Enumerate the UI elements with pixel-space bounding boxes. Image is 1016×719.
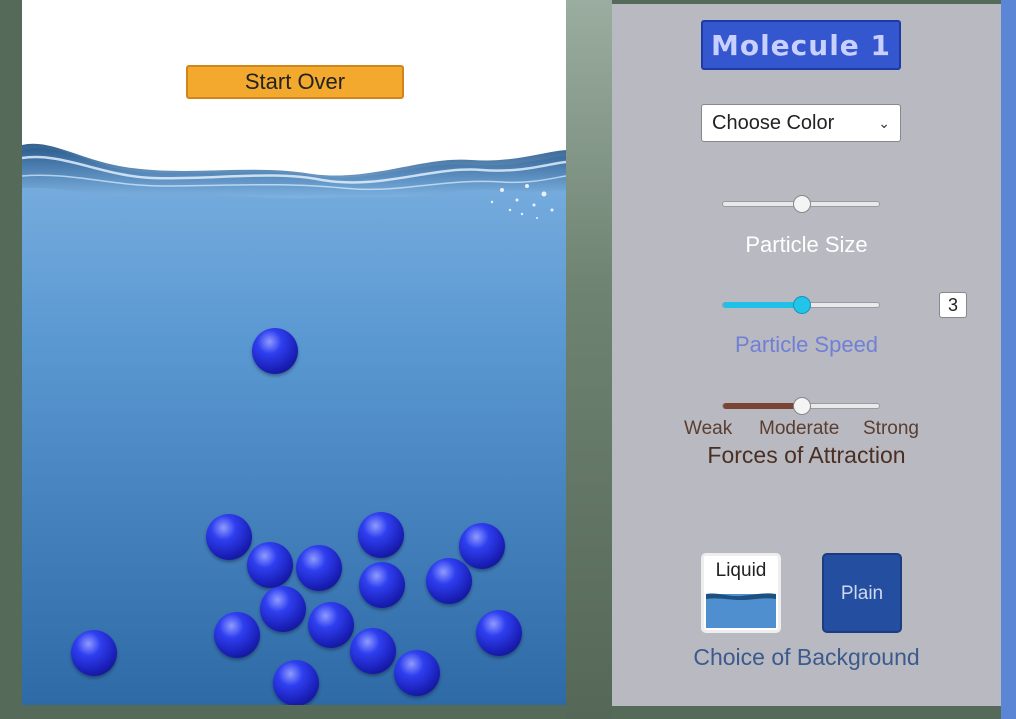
particle-speed-value: 3: [939, 292, 967, 318]
forces-fill: [723, 403, 801, 409]
particle-size-thumb[interactable]: [793, 195, 811, 213]
particle: [247, 542, 293, 588]
liquid-background-button[interactable]: Liquid: [701, 553, 781, 633]
particle-size-slider[interactable]: [722, 195, 880, 213]
forces-label: Forces of Attraction: [707, 442, 906, 468]
background-choice-label: Choice of Background: [693, 644, 920, 670]
plain-button-label: Plain: [840, 583, 884, 604]
particle-size-label: Particle Size: [745, 232, 868, 257]
particle-speed-label: Particle Speed: [734, 332, 879, 357]
particle: [252, 328, 298, 374]
particle: [394, 650, 440, 696]
chevron-down-icon: ⌄: [878, 114, 890, 131]
particle: [358, 512, 404, 558]
liquid-button-label: Liquid: [715, 560, 767, 581]
particle: [273, 660, 319, 705]
particle-speed-thumb[interactable]: [793, 296, 811, 314]
panel-divider: [566, 0, 612, 719]
color-select[interactable]: Choose Color ⌄: [701, 104, 901, 142]
particle: [459, 523, 505, 569]
forces-slider[interactable]: [722, 397, 880, 415]
plain-background-button[interactable]: Plain: [822, 553, 902, 633]
forces-weak-label: Weak: [684, 418, 733, 439]
forces-thumb[interactable]: [793, 397, 811, 415]
particle: [71, 630, 117, 676]
particle: [476, 610, 522, 656]
particle-speed-slider[interactable]: [722, 296, 880, 314]
particle: [214, 612, 260, 658]
color-select-value: Choose Color: [712, 111, 835, 134]
particle: [359, 562, 405, 608]
particle: [206, 514, 252, 560]
particle-speed-fill: [723, 302, 801, 308]
simulation-area: Start Over: [22, 0, 566, 705]
liquid-thumbnail-icon: [706, 593, 776, 628]
particle: [308, 602, 354, 648]
right-edge-bar: [1001, 0, 1016, 719]
start-over-button[interactable]: Start Over: [186, 65, 404, 99]
particle: [296, 545, 342, 591]
particle: [426, 558, 472, 604]
forces-strong-label: Strong: [863, 418, 919, 439]
molecule-button[interactable]: Molecule 1: [701, 20, 901, 70]
control-panel: Molecule 1 Choose Color ⌄ Particle Size …: [612, 4, 1001, 706]
particle: [260, 586, 306, 632]
particle: [350, 628, 396, 674]
forces-moderate-label: Moderate: [759, 418, 840, 439]
